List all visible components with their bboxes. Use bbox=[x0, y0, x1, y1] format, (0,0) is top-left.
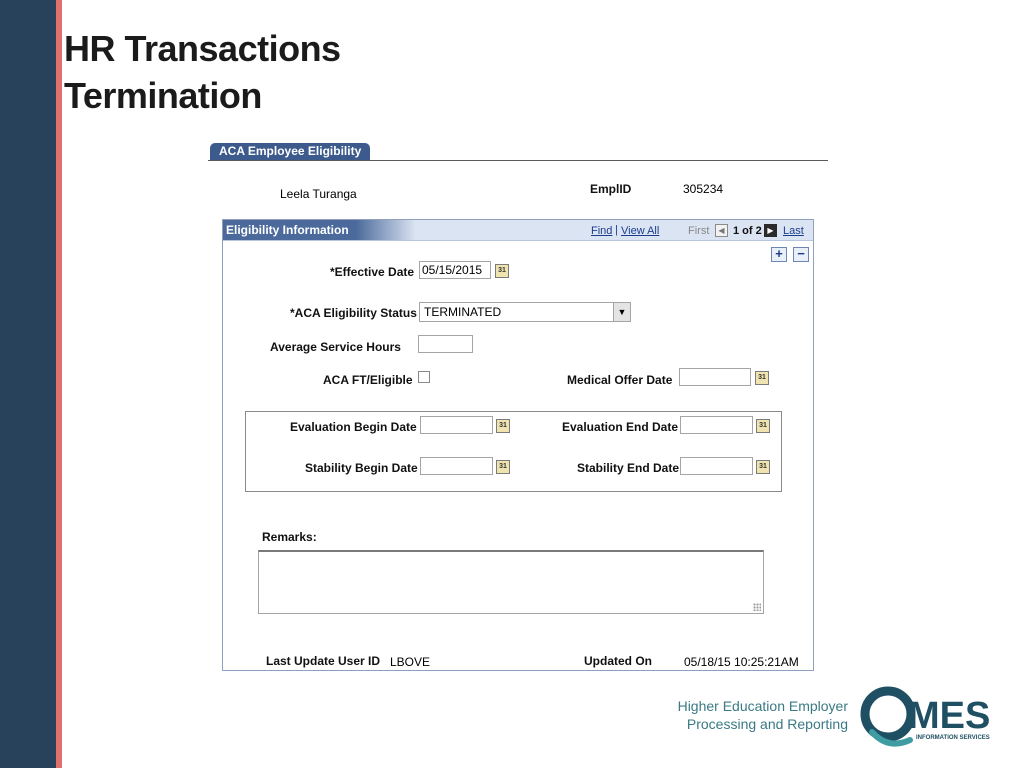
left-decor-bar bbox=[0, 0, 56, 768]
footer-line1: Higher Education Employer bbox=[677, 698, 848, 714]
stab-end-label: Stability End Date bbox=[577, 461, 680, 475]
eligibility-status-label: *ACA Eligibility Status bbox=[290, 306, 417, 320]
remarks-label: Remarks: bbox=[262, 530, 317, 544]
tab-aca-employee-eligibility[interactable]: ACA Employee Eligibility bbox=[210, 143, 371, 160]
eligibility-status-select[interactable]: TERMINATED ▼ bbox=[419, 302, 631, 322]
slide-title-line1: HR Transactions bbox=[64, 28, 341, 69]
add-row-button[interactable]: + bbox=[771, 247, 787, 262]
logo-subtext: INFORMATION SERVICES bbox=[916, 735, 990, 741]
last-update-user-value: LBOVE bbox=[390, 655, 431, 669]
stab-begin-input[interactable] bbox=[420, 457, 493, 475]
first-label: First bbox=[688, 225, 710, 237]
tab-underline bbox=[208, 160, 828, 161]
last-update-user-label: Last Update User ID bbox=[266, 654, 381, 668]
slide-title: HR Transactions Termination bbox=[64, 26, 341, 120]
updated-on-value: 05/18/15 10:25:21AM bbox=[684, 655, 799, 669]
footer-tagline: Higher Education Employer Processing and… bbox=[678, 697, 848, 733]
find-link[interactable]: Find bbox=[591, 225, 612, 237]
eval-begin-label: Evaluation Begin Date bbox=[290, 420, 417, 434]
resize-grip-icon[interactable] bbox=[753, 603, 761, 611]
delete-row-button[interactable]: − bbox=[793, 247, 809, 262]
stab-begin-label: Stability Begin Date bbox=[305, 461, 418, 475]
stab-begin-calendar-icon[interactable]: 31 bbox=[496, 460, 510, 474]
remarks-textarea[interactable] bbox=[258, 550, 764, 614]
footer-line2: Processing and Reporting bbox=[686, 716, 848, 732]
updated-on-label: Updated On bbox=[584, 654, 652, 668]
emplid-label: EmplID bbox=[590, 182, 632, 196]
effective-date-input[interactable] bbox=[419, 261, 491, 279]
last-link[interactable]: Last bbox=[783, 225, 804, 237]
previous-arrow-icon[interactable]: ◀ bbox=[715, 224, 728, 237]
medical-offer-date-input[interactable] bbox=[679, 368, 751, 386]
omes-logo: MES INFORMATION SERVICES bbox=[860, 686, 990, 747]
emplid-value: 305234 bbox=[683, 182, 724, 196]
grid-header: Eligibility Information Find | View All … bbox=[223, 220, 813, 241]
stab-end-calendar-icon[interactable]: 31 bbox=[756, 460, 770, 474]
eval-end-label: Evaluation End Date bbox=[562, 420, 679, 434]
logo-text: MES bbox=[908, 695, 990, 737]
medical-offer-date-label: Medical Offer Date bbox=[567, 373, 673, 387]
effective-date-calendar-icon[interactable]: 31 bbox=[495, 264, 509, 278]
stab-end-input[interactable] bbox=[680, 457, 753, 475]
grid-title: Eligibility Information bbox=[223, 220, 356, 240]
eval-end-input[interactable] bbox=[680, 416, 753, 434]
row-count: 1 of 2 bbox=[733, 225, 762, 237]
view-all-link[interactable]: View All bbox=[621, 225, 659, 237]
avg-service-hours-input[interactable] bbox=[418, 335, 473, 353]
eval-end-calendar-icon[interactable]: 31 bbox=[756, 419, 770, 433]
slide-title-line2: Termination bbox=[64, 74, 262, 116]
next-arrow-icon[interactable]: ▶ bbox=[764, 224, 777, 237]
eval-begin-calendar-icon[interactable]: 31 bbox=[496, 419, 510, 433]
eligibility-status-value: TERMINATED bbox=[424, 305, 502, 319]
link-separator: | bbox=[615, 224, 618, 236]
medical-offer-date-calendar-icon[interactable]: 31 bbox=[755, 371, 769, 385]
employee-name: Leela Turanga bbox=[280, 187, 357, 201]
effective-date-label: *Effective Date bbox=[330, 265, 415, 279]
ft-eligible-label: ACA FT/Eligible bbox=[323, 373, 413, 387]
eval-begin-input[interactable] bbox=[420, 416, 493, 434]
chevron-down-icon[interactable]: ▼ bbox=[613, 303, 630, 321]
avg-service-hours-label: Average Service Hours bbox=[270, 340, 401, 354]
ft-eligible-checkbox[interactable] bbox=[418, 371, 430, 383]
left-accent-stripe bbox=[56, 0, 62, 768]
